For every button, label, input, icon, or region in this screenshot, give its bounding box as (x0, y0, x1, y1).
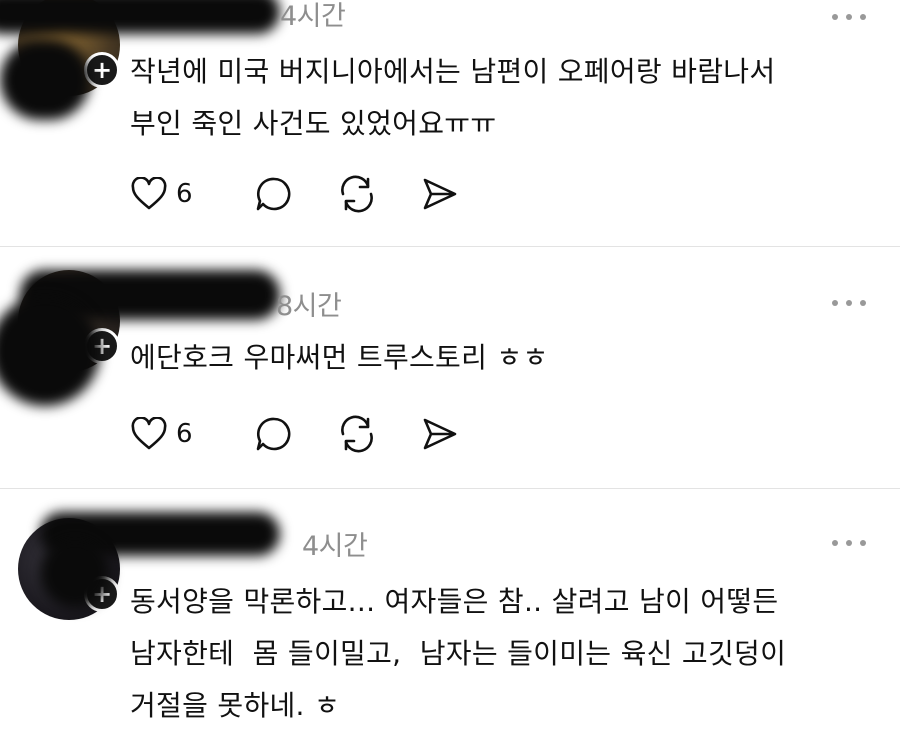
post-timestamp: 8시간 (276, 291, 342, 322)
redacted-username (0, 0, 280, 34)
repost-button[interactable] (337, 175, 377, 213)
post-timestamp: 4시간 (280, 1, 346, 32)
action-bar: 6 (130, 174, 503, 214)
repost-icon (340, 415, 373, 453)
more-dots-icon[interactable] (832, 298, 866, 308)
send-icon (423, 418, 456, 450)
repost-icon (340, 175, 373, 213)
post-timestamp: 4시간 (302, 531, 368, 562)
more-dots-icon[interactable] (832, 12, 866, 22)
share-button[interactable] (421, 416, 459, 452)
heart-icon (131, 177, 167, 210)
post-body: 작년에 미국 버지니아에서는 남편이 오페어랑 바람나서 부인 죽인 사건도 있… (130, 55, 776, 140)
heart-icon (131, 417, 167, 450)
like-count: 6 (176, 179, 193, 209)
redacted-avatar-area (40, 538, 110, 608)
send-icon (423, 178, 456, 210)
redacted-avatar-area (0, 40, 90, 120)
comment-bubble-icon (256, 177, 290, 211)
post-3: + 4시간 동서양을 막론하고... 여자들은 참.. 살려고 남이 어떻든 남… (0, 488, 900, 726)
post-2: + 8시간 에단호크 우마써먼 트루스토리 ㅎㅎ 6 (0, 246, 900, 488)
share-button[interactable] (421, 176, 459, 212)
more-dots-icon[interactable] (832, 538, 866, 548)
like-button[interactable]: 6 (130, 177, 193, 211)
post-1: + 4시간 작년에 미국 버지니아에서는 남편이 오페어랑 바람나서 부인 죽인… (0, 0, 900, 246)
comment-bubble-icon (256, 417, 290, 451)
comment-button[interactable] (255, 176, 293, 212)
repost-button[interactable] (337, 415, 377, 453)
comment-button[interactable] (255, 416, 293, 452)
like-button[interactable]: 6 (130, 417, 193, 451)
action-bar: 6 (130, 414, 503, 454)
like-count: 6 (176, 419, 193, 449)
post-body: 동서양을 막론하고... 여자들은 참.. 살려고 남이 어떻든 남자한테 몸 … (130, 585, 787, 722)
post-body: 에단호크 우마써먼 트루스토리 ㅎㅎ (130, 341, 549, 374)
redacted-avatar-area (0, 296, 100, 406)
